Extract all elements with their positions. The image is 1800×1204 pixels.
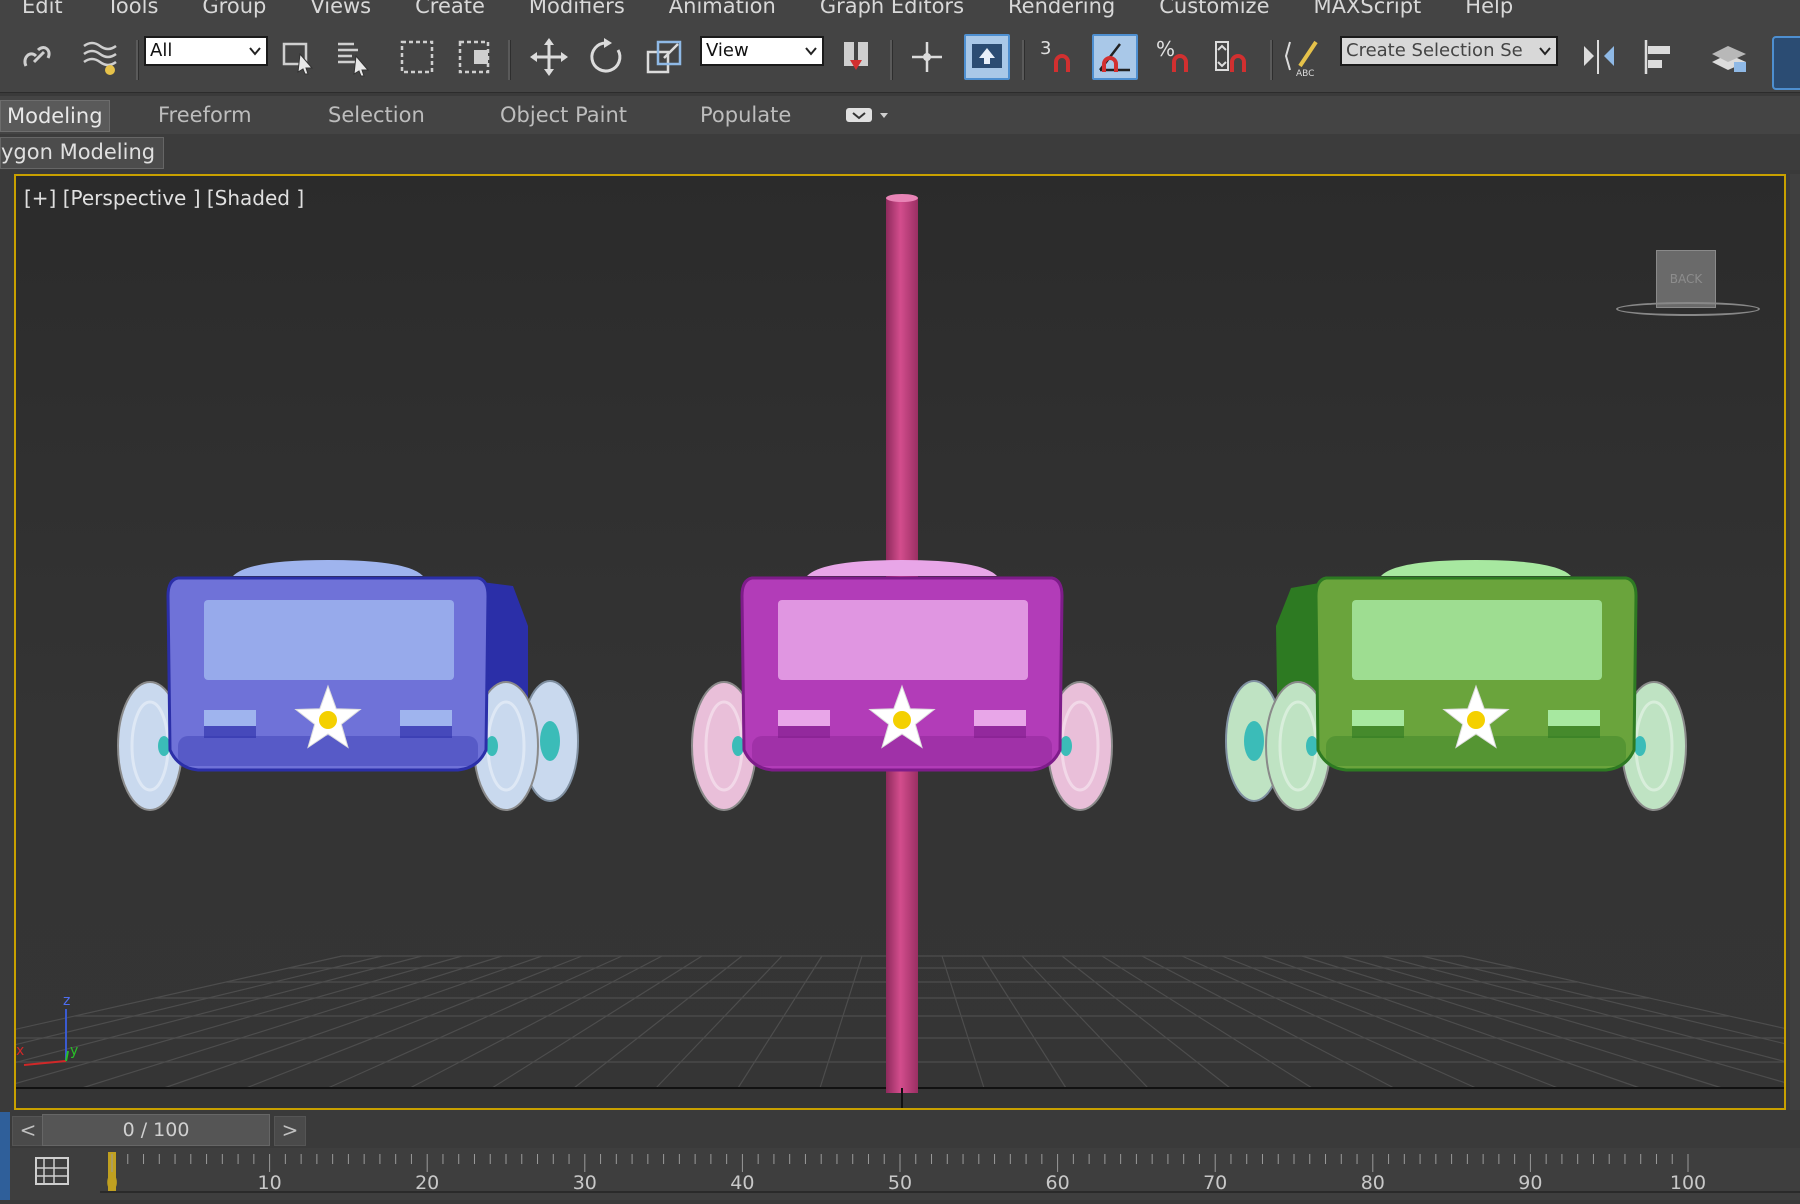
menu-graph-editors[interactable]: Graph Editors xyxy=(798,0,986,18)
timeline-tick-label: 70 xyxy=(1203,1172,1228,1194)
svg-text:%: % xyxy=(1156,37,1175,61)
curve-editor-icon[interactable] xyxy=(34,1154,70,1190)
svg-text:z: z xyxy=(63,993,70,1009)
edit-named-selection-icon[interactable]: ABC xyxy=(1280,34,1326,80)
timeline-tick-label: 50 xyxy=(887,1172,913,1194)
keyboard-shortcut-override-icon[interactable] xyxy=(964,34,1010,80)
percent-snap-icon[interactable]: % xyxy=(1150,34,1196,80)
mirror-icon[interactable] xyxy=(1576,34,1622,80)
time-slider: < 0 / 100 > xyxy=(0,1112,1800,1148)
rectangular-selection-icon[interactable] xyxy=(394,34,440,80)
tab-selection[interactable]: Selection xyxy=(328,100,425,130)
timeline-tick-label: 60 xyxy=(1045,1172,1070,1194)
svg-text:ABC: ABC xyxy=(1296,69,1314,78)
viewport-label[interactable]: [+] [Perspective ] [Shaded ] xyxy=(24,186,304,210)
pivot-icon[interactable] xyxy=(834,34,880,80)
link-icon[interactable] xyxy=(16,34,62,80)
reference-coordinate-dropdown[interactable]: View xyxy=(700,36,824,66)
timeline-tick-label: 20 xyxy=(415,1172,440,1194)
layer-manager-icon[interactable] xyxy=(1706,34,1752,80)
main-toolbar: All View 3 % ABC Create Selection Se xyxy=(0,26,1800,93)
named-selection-dropdown[interactable]: Create Selection Se xyxy=(1340,36,1558,66)
left-panel-edge xyxy=(0,1112,10,1200)
next-frame-button[interactable]: > xyxy=(274,1116,306,1146)
window-crossing-icon[interactable] xyxy=(452,34,498,80)
blue-car[interactable] xyxy=(117,560,579,811)
bind-space-warp-icon[interactable] xyxy=(76,34,122,80)
timeline-tick-label: 30 xyxy=(572,1172,597,1194)
menu-customize[interactable]: Customize xyxy=(1137,0,1291,18)
tab-object-paint[interactable]: Object Paint xyxy=(500,100,627,130)
tab-freeform[interactable]: Freeform xyxy=(158,100,252,130)
ribbon-panel-bar: ygon Modeling xyxy=(0,134,1800,170)
select-object-icon[interactable] xyxy=(276,34,322,80)
menu-animation[interactable]: Animation xyxy=(647,0,798,18)
ribbon: Modeling Freeform Selection Object Paint… xyxy=(0,96,1800,134)
tab-modeling[interactable]: Modeling xyxy=(0,100,110,132)
chevron-down-icon xyxy=(249,47,261,56)
snap-value: 3 xyxy=(1040,38,1051,59)
timeline-ruler[interactable]: 0 10 20 30 40 50 60 70 80 90 100 xyxy=(100,1148,1800,1200)
viewcube-compass-ring[interactable] xyxy=(1616,302,1760,316)
green-car[interactable] xyxy=(1225,560,1687,811)
svg-text:x: x xyxy=(16,1043,24,1059)
select-by-name-icon[interactable] xyxy=(330,34,376,80)
timeline-tick-label: 80 xyxy=(1360,1172,1385,1194)
perspective-viewport[interactable]: z x y [+] [Perspective ] [Shaded ] BACK xyxy=(14,174,1786,1110)
previous-frame-button[interactable]: < xyxy=(12,1116,44,1146)
menu-bar: Edit Tools Group Views Create Modifiers Animat… xyxy=(0,0,1800,26)
selection-filter-value: All xyxy=(150,40,173,61)
menu-tools[interactable]: Tools xyxy=(85,0,181,18)
menu-maxscript[interactable]: MAXScript xyxy=(1292,0,1444,18)
track-bar[interactable]: 0 10 20 30 40 50 60 70 80 90 100 xyxy=(0,1148,1800,1200)
select-manipulate-icon[interactable] xyxy=(904,34,950,80)
viewport-scene: z x y xyxy=(16,194,1784,1108)
rotate-icon[interactable] xyxy=(584,34,630,80)
tab-populate[interactable]: Populate xyxy=(700,100,791,130)
command-panel-edge xyxy=(1790,174,1800,1110)
menu-group[interactable]: Group xyxy=(180,0,288,18)
chevron-down-icon xyxy=(1539,47,1551,56)
named-selection-placeholder: Create Selection Se xyxy=(1346,40,1523,61)
timeline-tick-label: 100 xyxy=(1669,1172,1707,1194)
selection-filter-dropdown[interactable]: All xyxy=(144,36,268,66)
menu-views[interactable]: Views xyxy=(288,0,393,18)
ribbon-options-icon[interactable] xyxy=(846,106,892,126)
menu-rendering[interactable]: Rendering xyxy=(986,0,1137,18)
timeline-tick-label: 0 xyxy=(105,1172,119,1194)
svg-text:y: y xyxy=(70,1043,78,1059)
angle-snap-icon[interactable] xyxy=(1092,34,1138,80)
timeline-tick-label: 10 xyxy=(257,1172,282,1194)
menu-modifiers[interactable]: Modifiers xyxy=(507,0,647,18)
move-icon[interactable] xyxy=(526,34,572,80)
snaps-toggle-icon[interactable]: 3 xyxy=(1032,34,1078,80)
align-icon[interactable] xyxy=(1636,34,1682,80)
menu-help[interactable]: Help xyxy=(1443,0,1535,18)
time-slider-thumb[interactable]: 0 / 100 xyxy=(42,1114,270,1146)
overflow-toolbar-button[interactable] xyxy=(1772,36,1800,90)
viewcube[interactable]: BACK xyxy=(1656,250,1716,308)
menu-edit[interactable]: Edit xyxy=(0,0,85,18)
timeline-tick-label: 40 xyxy=(730,1172,755,1194)
spinner-snap-icon[interactable] xyxy=(1208,34,1254,80)
chevron-down-icon xyxy=(805,47,817,56)
polygon-modeling-panel[interactable]: ygon Modeling xyxy=(0,137,165,169)
scale-icon[interactable] xyxy=(642,34,688,80)
reference-coordinate-value: View xyxy=(706,40,749,61)
timeline-tick-label: 90 xyxy=(1518,1172,1543,1194)
menu-create[interactable]: Create xyxy=(393,0,507,18)
